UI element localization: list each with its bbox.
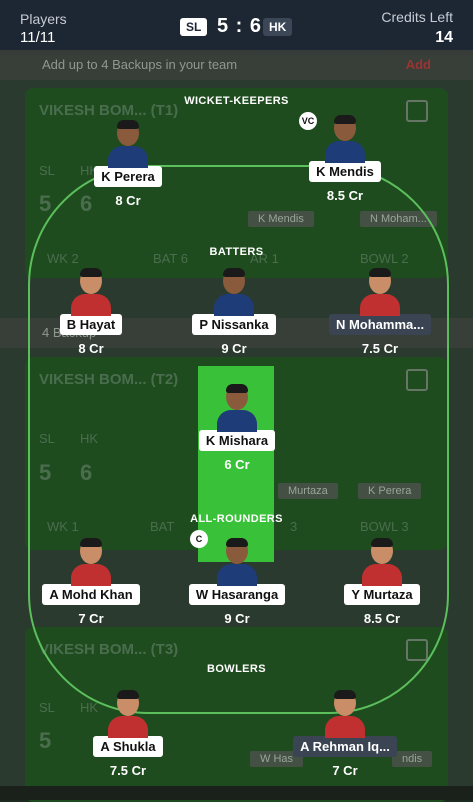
credits-value: 14: [435, 29, 453, 46]
player-credits: 9 Cr: [221, 341, 247, 356]
player-avatar: [108, 690, 148, 738]
team1-tag: SL: [180, 18, 208, 36]
player-avatar: [71, 268, 111, 316]
player-avatar: [71, 538, 111, 586]
backup-text: Add up to 4 Backups in your team: [42, 57, 238, 72]
player-name: A Rehman Iq...: [293, 736, 397, 757]
player-credits: 9 Cr: [224, 611, 250, 626]
player-a-rehman-iqbal[interactable]: A Rehman Iq... 7 Cr: [285, 690, 405, 778]
credits-label: Credits Left: [381, 9, 453, 25]
player-name: N Mohamma...: [328, 314, 432, 335]
section-all-rounders: ALL-ROUNDERS: [190, 513, 283, 525]
player-w-hasaranga[interactable]: W Hasaranga 9 Cr: [177, 538, 297, 626]
player-credits: 7 Cr: [332, 763, 358, 778]
sl-label: SL: [39, 700, 55, 715]
player-name: B Hayat: [59, 314, 123, 335]
player-avatar: [217, 538, 257, 586]
captain-badge: C: [190, 530, 208, 548]
player-credits: 7 Cr: [78, 611, 104, 626]
player-avatar: [214, 268, 254, 316]
add-backup-link[interactable]: Add: [406, 57, 431, 72]
player-credits: 7.5 Cr: [361, 341, 399, 356]
vice-captain-badge: VC: [299, 112, 317, 130]
player-name: A Shukla: [93, 736, 163, 757]
player-k-mishara[interactable]: K Mishara 6 Cr: [177, 384, 297, 472]
player-name: K Mendis: [309, 161, 381, 182]
player-credits: 8.5 Cr: [363, 611, 401, 626]
team-ratio: 5 : 6: [217, 15, 263, 37]
sl-label: SL: [39, 163, 55, 178]
player-name: K Mishara: [198, 430, 276, 451]
player-credits: 8 Cr: [78, 341, 104, 356]
players-count: 11/11: [20, 29, 56, 46]
player-name: A Mohd Khan: [42, 584, 140, 605]
player-n-mohammad[interactable]: N Mohamma... 7.5 Cr: [320, 268, 440, 356]
player-name: K Perera: [94, 166, 162, 187]
player-a-shukla[interactable]: A Shukla 7.5 Cr: [68, 690, 188, 778]
player-credits: 6 Cr: [224, 457, 250, 472]
player-avatar: [325, 115, 365, 163]
player-avatar: [217, 384, 257, 432]
player-y-murtaza[interactable]: Y Murtaza 8.5 Cr: [322, 538, 442, 626]
player-credits: 7.5 Cr: [109, 763, 147, 778]
player-name: Y Murtaza: [344, 584, 420, 605]
player-avatar: [108, 120, 148, 168]
player-name: P Nissanka: [192, 314, 276, 335]
player-avatar: [360, 268, 400, 316]
player-name: W Hasaranga: [188, 584, 286, 605]
section-bowlers: BOWLERS: [206, 663, 267, 675]
player-p-nissanka[interactable]: P Nissanka 9 Cr: [174, 268, 294, 356]
section-wicket-keepers: WICKET-KEEPERS: [184, 95, 289, 107]
sl-count: 5: [39, 728, 52, 753]
player-b-hayat[interactable]: B Hayat 8 Cr: [31, 268, 151, 356]
player-k-perera[interactable]: K Perera 8 Cr: [68, 120, 188, 208]
top-bar: Players 11/11 SL 5 : 6 HK Credits Left 1…: [0, 0, 473, 55]
section-batters: BATTERS: [209, 246, 264, 258]
player-avatar: [362, 538, 402, 586]
player-credits: 8.5 Cr: [326, 188, 364, 203]
team2-tag: HK: [263, 18, 293, 36]
player-avatar: [325, 690, 365, 738]
players-label: Players: [20, 11, 67, 27]
player-credits: 8 Cr: [115, 193, 141, 208]
sl-count: 5: [39, 191, 52, 216]
player-a-mohd-khan[interactable]: A Mohd Khan 7 Cr: [31, 538, 151, 626]
backup-banner[interactable]: Add up to 4 Backups in your team Add: [0, 50, 473, 80]
bottom-bar: [0, 786, 473, 800]
